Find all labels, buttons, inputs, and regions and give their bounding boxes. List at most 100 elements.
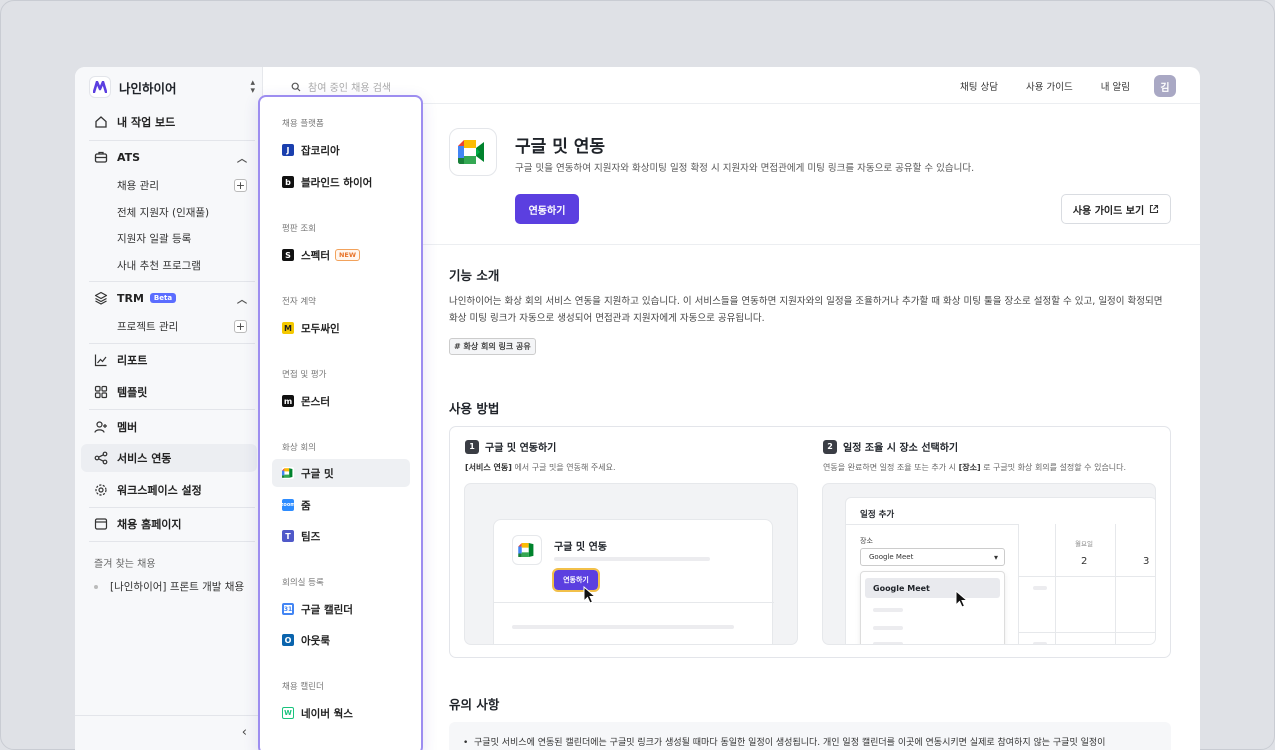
- sidebar-item-my-board[interactable]: 내 작업 보드: [81, 108, 257, 136]
- home-icon: [95, 116, 107, 128]
- plus-icon[interactable]: +: [234, 319, 247, 333]
- notifications-link[interactable]: 내 알림: [1101, 79, 1130, 93]
- chevron-up-icon[interactable]: ︿: [237, 291, 247, 306]
- sidebar-subitem-recruit[interactable]: 채용 관리 +: [117, 174, 247, 196]
- plus-icon[interactable]: +: [234, 178, 247, 192]
- monster-icon: m: [282, 395, 294, 407]
- mock-divider: [494, 602, 774, 603]
- user-guide-link[interactable]: 사용 가이드: [1026, 79, 1073, 93]
- search-input[interactable]: 참여 중인 채용 검색: [291, 79, 391, 94]
- sidebar-item-workspace-settings[interactable]: 워크스페이스 설정: [81, 476, 257, 504]
- outlook-icon: O: [282, 634, 294, 646]
- step-desc-bold: [서비스 연동]: [465, 463, 512, 472]
- menu-item-google-calendar[interactable]: 31 구글 캘린더: [272, 595, 410, 623]
- cursor-icon: [583, 586, 597, 604]
- sidebar-divider: [89, 281, 255, 282]
- howto-card: 1 구글 밋 연동하기 [서비스 연동] 에서 구글 밋을 연동해 주세요. 2…: [449, 426, 1171, 658]
- placeholder-line: [512, 625, 734, 629]
- sidebar-divider: [89, 541, 255, 542]
- sidebar-item-member[interactable]: 멤버: [81, 413, 257, 441]
- browser-icon: [94, 518, 108, 530]
- calendar-column-line: [1115, 524, 1116, 644]
- layers-icon: [94, 291, 108, 305]
- menu-item-jobkorea[interactable]: J 잡코리아: [272, 136, 410, 164]
- mock-calendar-grid: 월요일 2 3: [1018, 524, 1155, 644]
- naver-works-icon: W: [282, 707, 294, 719]
- search-icon: [291, 82, 301, 91]
- sidebar-item-ats[interactable]: ATS ︿: [81, 143, 257, 171]
- placeholder-line: [873, 608, 903, 612]
- placeholder-line: [873, 642, 903, 644]
- menu-item-outlook[interactable]: O 아웃룩: [272, 626, 410, 654]
- workspace-switcher[interactable]: 나인하이어 ▴ ▾: [89, 75, 255, 99]
- step-1-heading: 1 구글 밋 연동하기: [465, 439, 556, 454]
- menu-item-naver-works[interactable]: W 네이버 웍스: [272, 699, 410, 727]
- new-badge: NEW: [334, 249, 361, 261]
- group-title: 평판 조회: [282, 224, 316, 234]
- sidebar-item-label: 내 작업 보드: [117, 116, 176, 129]
- sidebar-item-label: 리포트: [117, 354, 148, 367]
- menu-item-label: 스펙터: [301, 249, 330, 262]
- placeholder-line: [873, 626, 903, 630]
- step-desc-text: 로 구글밋 화상 회의를 설정할 수 있습니다.: [980, 463, 1127, 472]
- menu-item-modusign[interactable]: M 모두싸인: [272, 314, 410, 342]
- calendar-column-line: [1055, 524, 1056, 644]
- google-meet-icon: [282, 467, 294, 479]
- calendar-date: 2: [1081, 556, 1088, 567]
- sidebar-item-label: 멤버: [117, 421, 138, 434]
- menu-item-blind-hire[interactable]: b 블라인드 하이어: [272, 168, 410, 196]
- features-title: 기능 소개: [449, 268, 500, 283]
- note-text: 구글밋 서비스에 연동된 캘린더에는 구글밋 링크가 생성될 때마다 동일한 일…: [474, 738, 1106, 748]
- mock-integration-card: 구글 밋 연동 연동하기: [493, 519, 774, 644]
- avatar[interactable]: 김: [1154, 75, 1176, 97]
- sidebar-item-service-integration[interactable]: 서비스 연동: [81, 444, 257, 472]
- grid-icon: [94, 385, 108, 399]
- sidebar-item-label: 템플릿: [117, 386, 148, 399]
- menu-item-monster[interactable]: m 몬스터: [272, 387, 410, 415]
- favorites-title: 즐겨 찾는 채용: [94, 559, 156, 570]
- sidebar-item-report[interactable]: 리포트: [81, 346, 257, 374]
- step-desc-text: 연동을 완료하면 일정 조율 또는 추가 시: [823, 463, 959, 472]
- favorite-item[interactable]: [나인하이어] 프론트 개발 채용: [94, 579, 244, 594]
- sidebar-divider: [89, 140, 255, 141]
- app-window: 나인하이어 ▴ ▾ 내 작업 보드 ATS ︿ 채용 관리 + 전체 지원자 (인…: [75, 67, 1200, 750]
- sidebar-subitem-label: 전체 지원자 (인재풀): [117, 206, 210, 219]
- modusign-icon: M: [282, 322, 294, 334]
- menu-item-label: 줌: [301, 499, 311, 512]
- group-title: 면접 및 평가: [282, 370, 327, 380]
- chevron-up-icon[interactable]: ︿: [237, 150, 247, 165]
- calendar-row-line: [1019, 576, 1155, 577]
- chevron-left-icon[interactable]: ‹: [242, 725, 247, 740]
- menu-item-google-meet[interactable]: 구글 밋: [272, 459, 410, 487]
- group-title: 전자 계약: [282, 297, 316, 307]
- menu-item-specter[interactable]: S 스펙터 NEW: [272, 241, 410, 269]
- mock-title: 구글 밋 연동: [554, 542, 607, 553]
- sidebar-subitem-all-applicants[interactable]: 전체 지원자 (인재풀): [117, 201, 247, 223]
- calendar-date: 3: [1143, 556, 1150, 567]
- view-guide-button[interactable]: 사용 가이드 보기: [1061, 194, 1171, 224]
- step-title: 일정 조율 시 장소 선택하기: [843, 443, 959, 454]
- sidebar-item-template[interactable]: 템플릿: [81, 378, 257, 406]
- menu-item-teams[interactable]: T 팀즈: [272, 522, 410, 550]
- mock-dropdown-option: Google Meet: [865, 578, 1000, 598]
- mock-location-select: Google Meet: [860, 548, 1005, 566]
- google-calendar-icon: 31: [282, 603, 294, 615]
- chat-support-link[interactable]: 채팅 상담: [960, 79, 998, 93]
- notes-title: 유의 사항: [449, 697, 500, 712]
- page-description: 구글 밋을 연동하여 지원자와 화상미팅 일정 확정 시 지원자와 면접관에게 …: [515, 163, 975, 174]
- workspace-name: 나인하이어: [119, 80, 177, 96]
- sidebar-subitem-bulk-register[interactable]: 지원자 일괄 등록: [117, 227, 247, 249]
- step-2-illustration: 일정 추가 장소 Google Meet Google Meet: [822, 483, 1156, 645]
- sidebar-item-trm[interactable]: TRM Beta ︿: [81, 284, 257, 312]
- google-meet-icon: [512, 535, 542, 565]
- line-chart-icon: [94, 354, 107, 367]
- menu-item-zoom[interactable]: zoom 줌: [272, 491, 410, 519]
- sidebar-item-homepage[interactable]: 채용 홈페이지: [81, 510, 257, 538]
- sidebar-subitem-project[interactable]: 프로젝트 관리 +: [117, 315, 247, 337]
- sidebar-divider: [89, 343, 255, 344]
- step-number: 1: [465, 439, 479, 454]
- view-guide-label: 사용 가이드 보기: [1072, 205, 1145, 217]
- sidebar-collapse-bar: ‹: [75, 715, 263, 750]
- sidebar-subitem-referral[interactable]: 사내 추천 프로그램: [117, 254, 247, 276]
- connect-button[interactable]: 연동하기: [515, 194, 579, 224]
